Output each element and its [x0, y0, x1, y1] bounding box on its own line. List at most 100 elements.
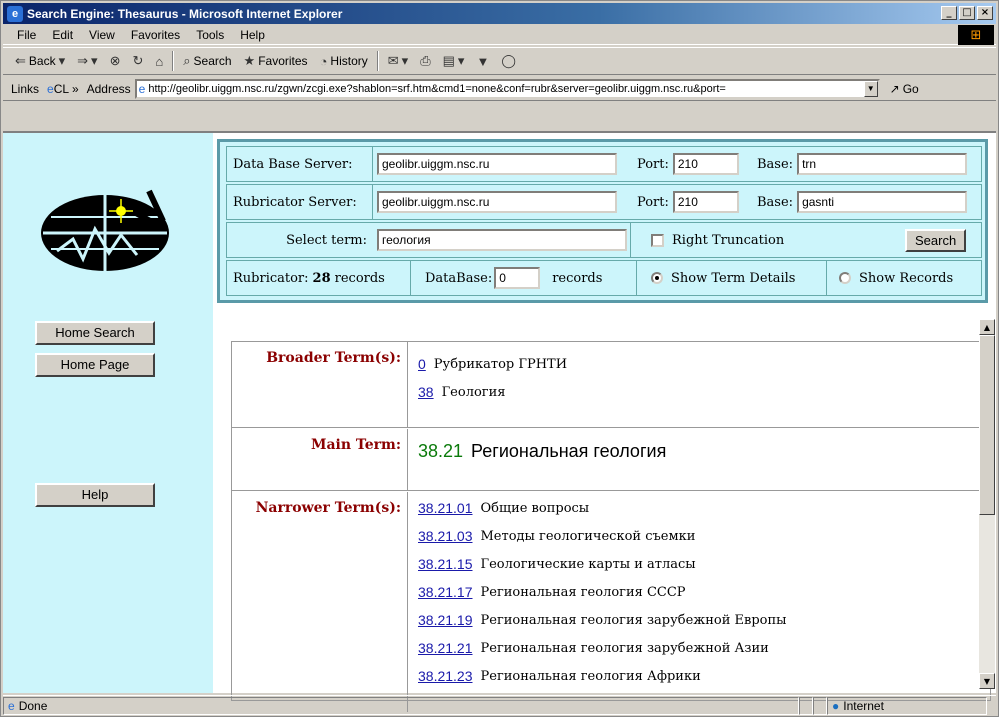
links-label[interactable]: Links — [7, 82, 43, 96]
menu-edit[interactable]: Edit — [44, 28, 81, 42]
status-text: Done — [18, 698, 48, 713]
term-name: Методы геологической съемки — [480, 528, 696, 544]
term-code-link[interactable]: 0 — [418, 356, 426, 372]
favorites-icon: ★ — [243, 53, 256, 68]
right-truncation-label: Right Truncation — [672, 232, 785, 248]
scroll-down-button[interactable]: ▼ — [979, 673, 995, 689]
term-code-link[interactable]: 38 — [418, 384, 434, 400]
back-button[interactable]: ⇐ Back ▾ — [9, 49, 71, 73]
rub-base-input[interactable]: gasnti — [797, 191, 968, 213]
select-term-input[interactable]: геология — [377, 229, 627, 251]
menu-favorites[interactable]: Favorites — [123, 28, 188, 42]
menu-help[interactable]: Help — [232, 28, 273, 42]
term-code-link[interactable]: 38.21.03 — [418, 528, 473, 544]
term-name: Региональная геология зарубежной Европы — [480, 612, 787, 628]
forward-button[interactable]: ⇒ ▾ — [71, 49, 103, 73]
links-item[interactable]: eCL » — [43, 82, 83, 96]
toolbar-separator — [376, 51, 379, 71]
term-code-link[interactable]: 38.21.15 — [418, 556, 473, 572]
address-dropdown[interactable]: ▼ — [863, 80, 878, 97]
broader-terms-row: Broader Term(s): 0 Рубрикатор ГРНТИ 38 Гео… — [232, 342, 990, 428]
term-code-link[interactable]: 38.21.21 — [418, 640, 473, 656]
db-base-input[interactable]: trn — [797, 153, 968, 175]
maximize-button[interactable]: □ — [959, 6, 975, 20]
search-button[interactable]: ⌕ Search — [177, 49, 237, 73]
edit-button[interactable]: ▤ ▾ — [437, 49, 471, 73]
scroll-up-button[interactable]: ▲ — [979, 319, 995, 335]
right-truncation-checkbox[interactable] — [651, 233, 664, 247]
database-input[interactable]: 0 — [494, 267, 541, 289]
status-text-segment: e Done — [3, 696, 799, 715]
home-search-button[interactable]: Home Search — [35, 321, 155, 345]
favorites-button[interactable]: ★ Favorites — [238, 49, 314, 73]
edit-icon: ▤ — [442, 53, 455, 68]
rub-server-label: Rubricator Server: — [227, 185, 373, 219]
address-input[interactable]: e http://geolibr.uiggm.nsc.ru/zgwn/zcgi.… — [134, 78, 880, 99]
chevron-down-icon: ▾ — [91, 53, 98, 68]
list-item: 38.21.17 Региональная геология СССР — [418, 578, 787, 606]
messenger-button[interactable]: ◯ — [495, 49, 522, 73]
db-server-label: Data Base Server: — [227, 147, 373, 181]
term-name: Геология — [441, 384, 506, 400]
rub-port-label: Port: — [637, 194, 669, 210]
refresh-icon: ↻ — [132, 53, 144, 68]
select-term-label: Select term: — [286, 232, 367, 248]
home-page-button[interactable]: Home Page — [35, 353, 155, 377]
chevron-down-icon: ▾ — [58, 53, 66, 68]
term-code-link[interactable]: 38.21.17 — [418, 584, 473, 600]
rubricator-records-word: records — [334, 270, 385, 286]
ie-page-icon: e — [47, 81, 54, 96]
term-code-link[interactable]: 38.21.19 — [418, 612, 473, 628]
db-server-input[interactable]: geolibr.uiggm.nsc.ru — [377, 153, 617, 175]
list-item: 38.21.19 Региональная геология зарубежной… — [418, 606, 787, 634]
go-button[interactable]: ↗ Go — [890, 82, 919, 96]
chevron-down-icon: ▾ — [401, 53, 409, 68]
menu-view[interactable]: View — [81, 28, 123, 42]
stop-button[interactable]: ⊗ — [104, 49, 127, 73]
rub-port-input[interactable]: 210 — [672, 191, 739, 213]
term-code-link[interactable]: 38.21.23 — [418, 668, 473, 684]
menu-file[interactable]: File — [9, 28, 44, 42]
chat-bubble-icon: ◯ — [501, 53, 516, 68]
home-button[interactable]: ⌂ — [149, 49, 169, 73]
main-term-name: Региональная геология — [471, 441, 667, 461]
show-term-details-label: Show Term Details — [671, 270, 796, 286]
scroll-thumb[interactable] — [979, 335, 995, 515]
ie-icon: e — [7, 5, 23, 22]
print-button[interactable]: ⎙ — [414, 49, 436, 73]
list-item: 38.21.15 Геологические карты и атласы — [418, 550, 787, 578]
term-name: Общие вопросы — [480, 500, 590, 516]
funnel-icon: ▼ — [476, 53, 490, 69]
history-button[interactable]: ◔ History — [314, 49, 374, 73]
stop-icon: ⊗ — [109, 53, 121, 68]
ie-page-icon: e — [8, 698, 15, 713]
db-port-input[interactable]: 210 — [672, 153, 739, 175]
term-details-table: Broader Term(s): 0 Рубрикатор ГРНТИ 38 Гео… — [231, 341, 991, 712]
refresh-button[interactable]: ↻ — [126, 49, 149, 73]
window-title: Search Engine: Thesaurus - Microsoft Int… — [27, 6, 343, 21]
list-item: 0 Рубрикатор ГРНТИ — [418, 350, 567, 378]
term-code-link[interactable]: 38.21.01 — [418, 500, 473, 516]
print-icon: ⎙ — [420, 53, 431, 68]
help-button[interactable]: Help — [35, 483, 155, 507]
zone-text: Internet — [843, 698, 884, 713]
options-row: Rubricator: 28 records DataBase: 0 recor… — [226, 260, 982, 296]
search-submit-button[interactable]: Search — [905, 228, 967, 252]
mail-button[interactable]: ✉ ▾ — [382, 49, 414, 73]
term-name: Региональная геология зарубежной Азии — [480, 640, 769, 656]
close-button[interactable]: × — [977, 6, 993, 20]
minimize-button[interactable]: _ — [941, 6, 957, 20]
main-term-label: Main Term: — [232, 429, 408, 490]
rub-base-label: Base: — [757, 194, 794, 210]
menu-tools[interactable]: Tools — [188, 28, 232, 42]
term-name: Региональная геология Африки — [480, 668, 701, 684]
show-records-radio[interactable] — [839, 272, 851, 284]
show-term-details-radio[interactable] — [651, 272, 663, 284]
back-arrow-icon: ⇐ — [15, 53, 26, 68]
filter-button[interactable]: ▼ — [470, 49, 495, 73]
rubricator-label: Rubricator: — [233, 270, 309, 286]
vertical-scrollbar[interactable]: ▲ ▼ — [979, 319, 995, 689]
address-label: Address — [86, 81, 131, 96]
rubricator-server-row: Rubricator Server: geolibr.uiggm.nsc.ru … — [226, 184, 982, 220]
rub-server-input[interactable]: geolibr.uiggm.nsc.ru — [377, 191, 617, 213]
